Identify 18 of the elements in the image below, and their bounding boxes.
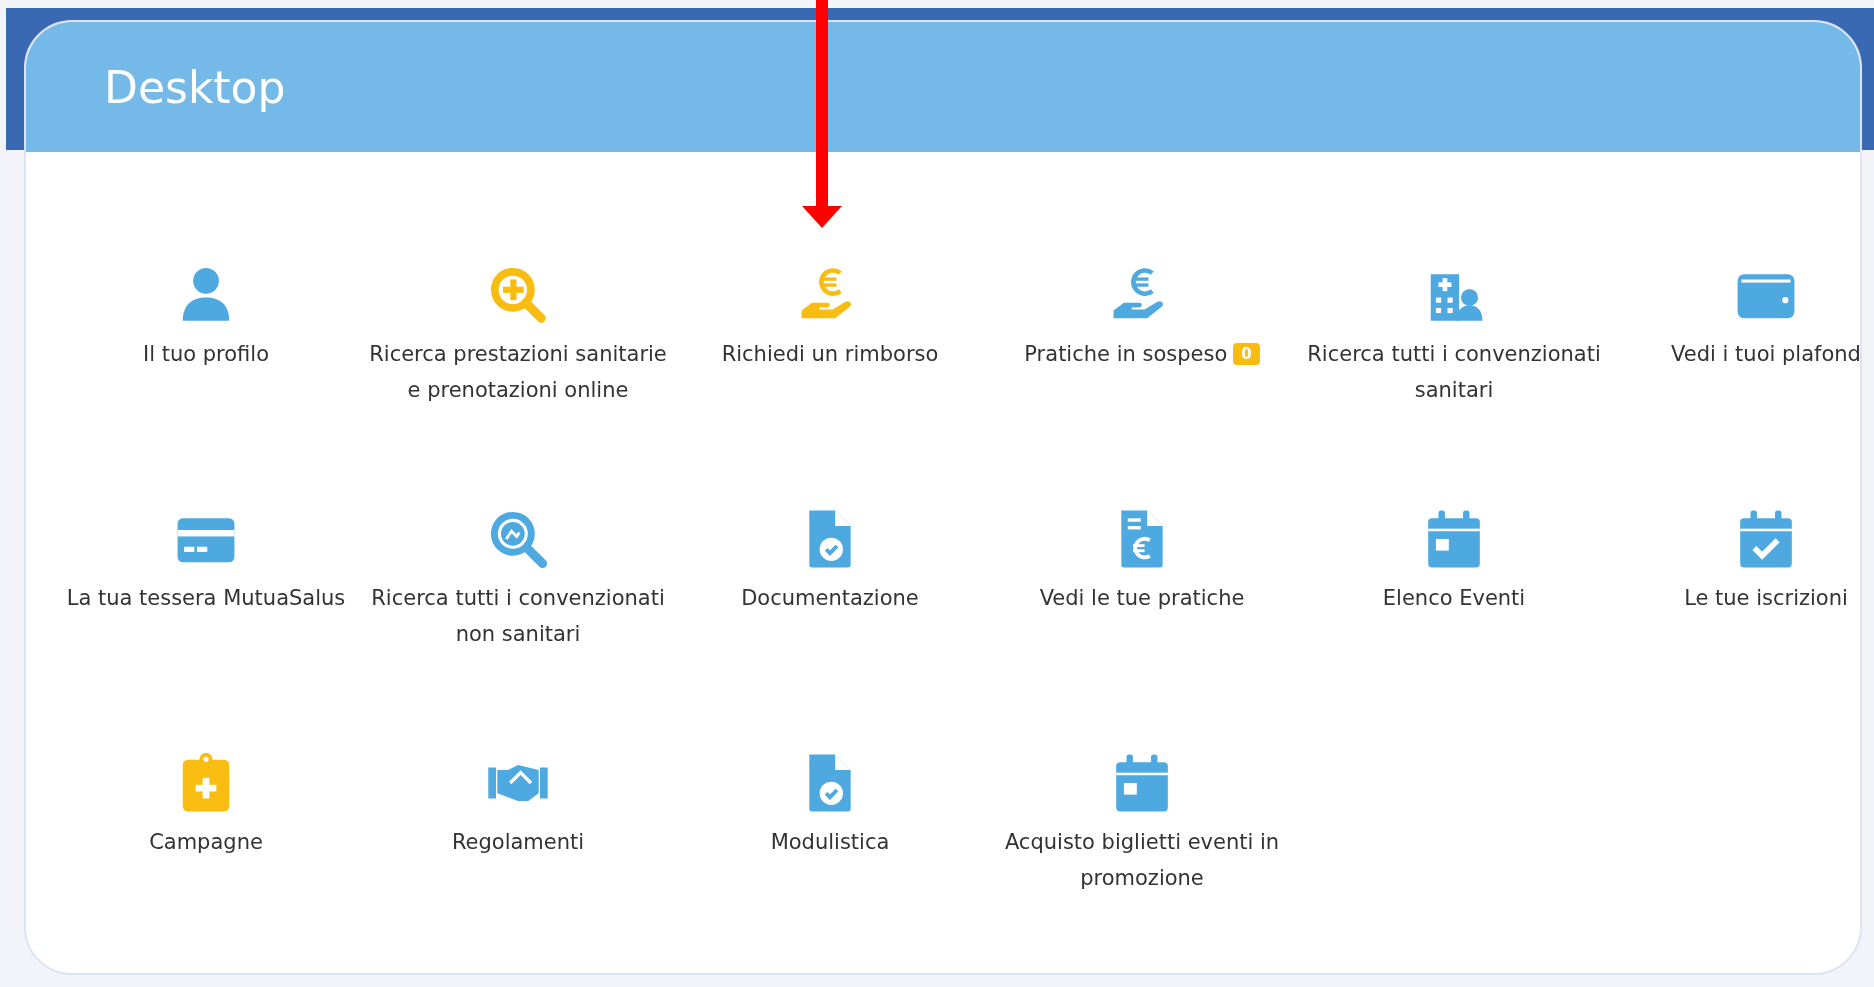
tile-label[interactable]: Modulistica xyxy=(770,824,890,860)
tile-label[interactable]: Pratiche in sospeso xyxy=(1024,336,1228,372)
page-title: Desktop xyxy=(104,61,286,113)
tile-label[interactable]: Ricerca tutti i convenzionati non sanitari xyxy=(362,580,674,652)
tile-label[interactable]: Ricerca tutti i convenzionati sanitari xyxy=(1298,336,1610,408)
tile-label[interactable]: Le tue iscrizioni xyxy=(1684,580,1848,616)
tile-label[interactable]: Vedi le tue pratiche xyxy=(1039,580,1245,616)
tile-label[interactable]: Il tuo profilo xyxy=(143,336,269,372)
count-badge: 0 xyxy=(1233,343,1260,365)
tile-label[interactable]: Richiedi un rimborso xyxy=(721,336,939,372)
tile-label[interactable]: Ricerca prestazioni sanitarie e prenotazioni online xyxy=(362,336,674,408)
tile-label[interactable]: Documentazione xyxy=(741,580,919,616)
tile-label[interactable]: Acquisto biglietti eventi in promozione xyxy=(986,824,1298,896)
tile-label[interactable]: Regolamenti xyxy=(451,824,585,860)
tile-label[interactable]: La tua tessera MutuaSalus xyxy=(66,580,346,616)
tile-label[interactable]: Elenco Eventi xyxy=(1382,580,1526,616)
tile-label[interactable]: Campagne xyxy=(149,824,263,860)
tile-label[interactable]: Vedi i tuoi plafond xyxy=(1671,336,1861,372)
